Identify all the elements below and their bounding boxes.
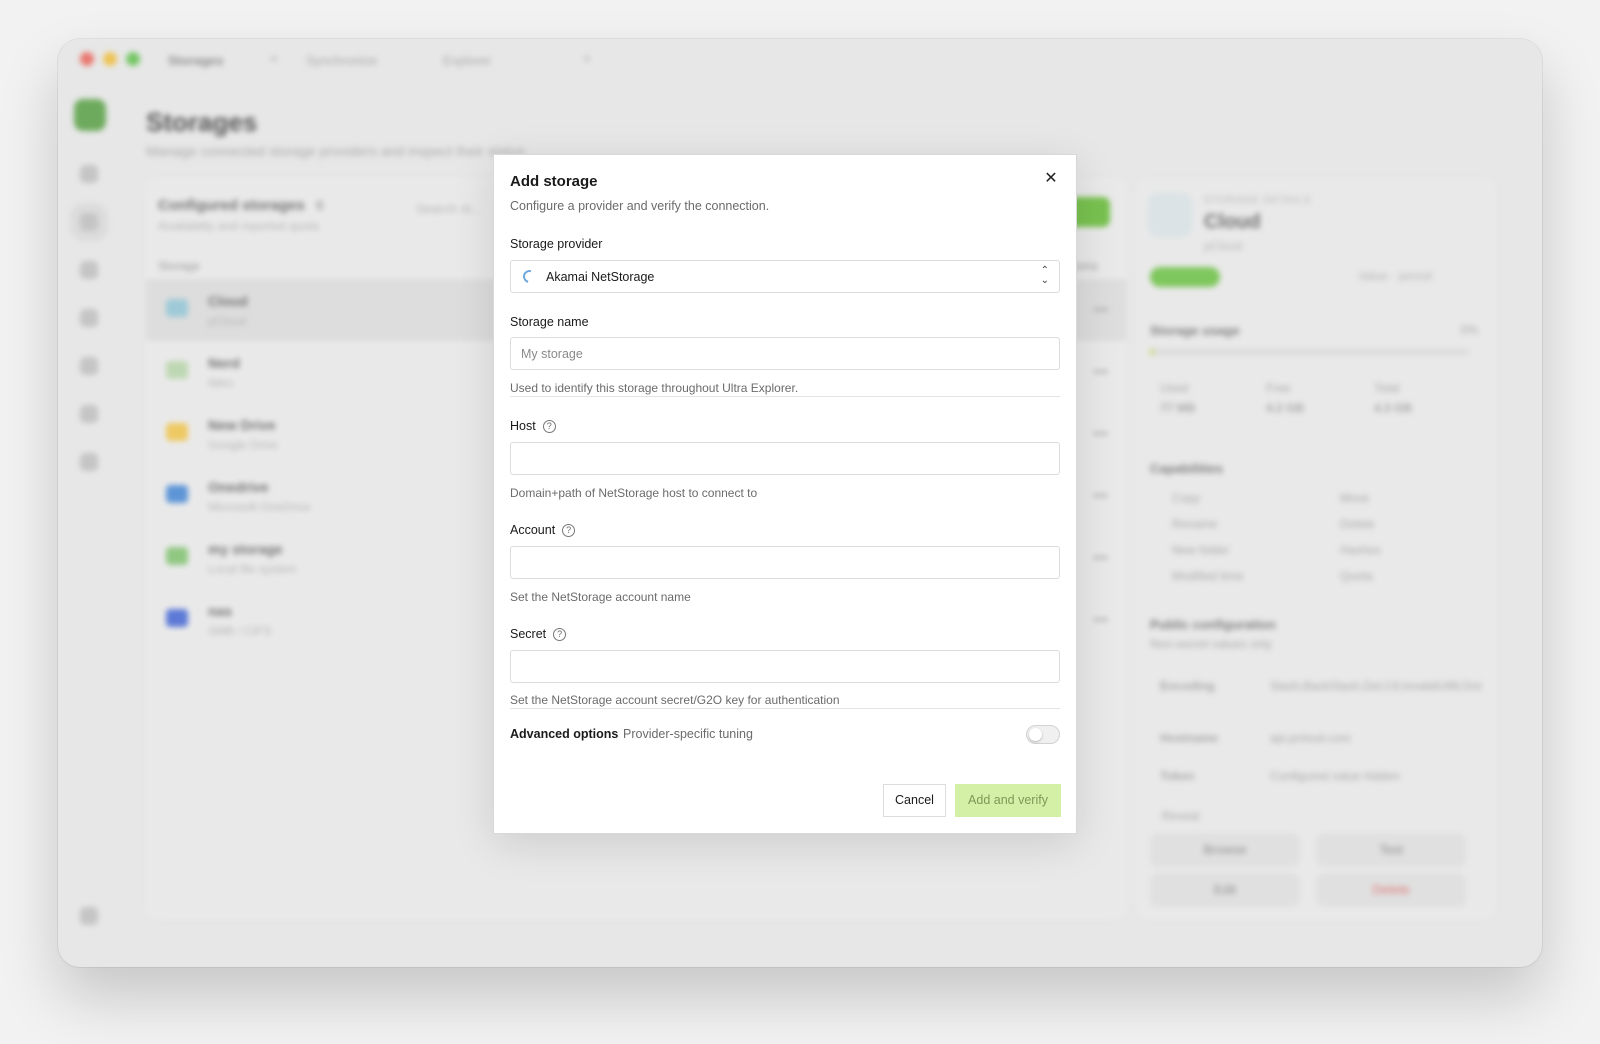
help-icon[interactable]: ? [553,628,567,641]
secret-hint: Set the NetStorage account secret/G2O ke… [510,693,840,707]
secret-label: Secret? [510,627,567,641]
storage-name-input[interactable] [510,337,1060,370]
account-label-text: Account [510,523,556,537]
help-icon[interactable]: ? [562,524,576,537]
host-label: Host? [510,419,556,433]
provider-select[interactable]: Akamai NetStorage ⌃ ⌄ [510,260,1060,293]
provider-label: Storage provider [510,237,603,251]
dialog-subtitle: Configure a provider and verify the conn… [510,199,770,213]
close-icon[interactable]: ✕ [1040,168,1062,190]
loading-spinner-icon [520,267,539,286]
add-and-verify-button[interactable]: Add and verify [955,784,1061,817]
advanced-options-toggle[interactable] [1026,725,1060,744]
app-window: Storages × Synchronize Explorer × Storag… [58,39,1542,967]
dialog-title: Add storage [510,173,598,190]
advanced-options-sub: Provider-specific tuning [623,727,753,741]
secret-label-text: Secret [510,627,547,641]
storage-name-label: Storage name [510,315,589,329]
chevron-up-down-icon: ⌃ ⌄ [1040,265,1049,286]
host-label-text: Host [510,419,536,433]
advanced-options-label: Advanced options [510,727,619,741]
account-input[interactable] [510,546,1060,579]
storage-name-hint: Used to identify this storage throughout… [510,381,799,395]
provider-value: Akamai NetStorage [546,270,655,284]
divider [510,708,1060,709]
cancel-button[interactable]: Cancel [883,784,946,817]
add-storage-dialog: Add storage Configure a provider and ver… [493,154,1077,834]
toggle-knob [1029,728,1042,741]
host-hint: Domain+path of NetStorage host to connec… [510,486,758,500]
divider [510,396,1060,397]
host-input[interactable] [510,442,1060,475]
secret-input[interactable] [510,650,1060,683]
help-icon[interactable]: ? [542,420,556,433]
account-hint: Set the NetStorage account name [510,590,691,604]
account-label: Account? [510,523,576,537]
